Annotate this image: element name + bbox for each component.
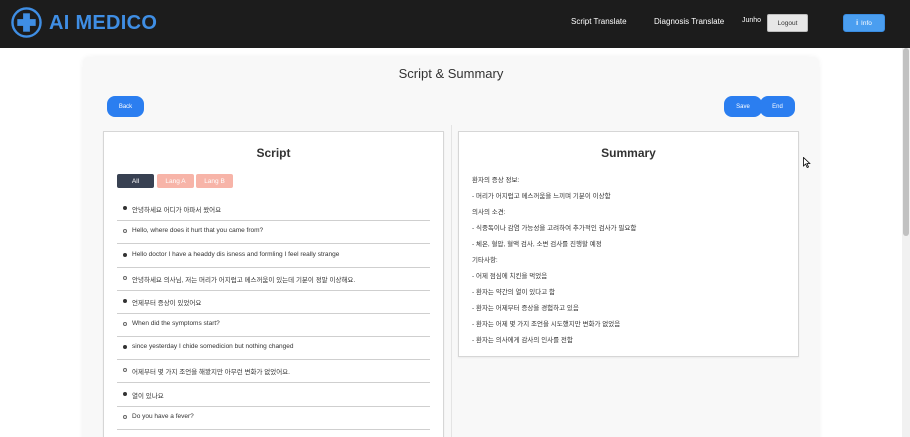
info-button-label: Info: [861, 19, 872, 27]
save-button[interactable]: Save: [724, 96, 762, 117]
summary-line: - 환자는 의사에게 감사의 인사를 전함: [472, 337, 573, 344]
script-title: Script: [256, 146, 291, 160]
script-row: When did the symptoms start?: [117, 314, 430, 337]
script-row: Do you have a fever?: [117, 407, 430, 430]
summary-line: - 어제 점심에 치킨을 먹었음: [472, 273, 548, 280]
lang-a-bullet-icon: [123, 206, 127, 210]
lang-a-bullet-icon: [123, 253, 127, 257]
info-icon: i: [856, 19, 859, 27]
filter-lang-b-button[interactable]: Lang B: [196, 174, 233, 188]
summary-line: - 환자는 약간의 열이 있다고 함: [472, 289, 555, 296]
script-row-text: 안녕하세요 의사님, 저는 머리가 어지럽고 메스꺼움이 있는데 기분이 정말 …: [132, 277, 356, 284]
brand-name[interactable]: AI MEDICO: [49, 12, 157, 35]
back-button[interactable]: Back: [107, 96, 144, 117]
summary-line: - 식중독이나 감염 가능성을 고려하여 추가적인 검사가 필요함: [472, 225, 637, 232]
lang-b-bullet-icon: [123, 368, 127, 372]
filter-lang-a-button[interactable]: Lang A: [157, 174, 194, 188]
summary-line: - 환자는 어제 몇 가지 조언을 시도했지만 변화가 없었음: [472, 321, 621, 328]
script-row-text: Hello, where does it hurt that you came …: [132, 227, 264, 234]
nav-diagnosis-translate[interactable]: Diagnosis Translate: [654, 17, 724, 26]
lang-a-bullet-icon: [123, 345, 127, 349]
logout-button[interactable]: Logout: [767, 14, 808, 32]
script-row-text: Do you have a fever?: [132, 413, 194, 420]
info-button[interactable]: i Info: [843, 14, 885, 32]
scrollbar-thumb[interactable]: [903, 48, 909, 236]
summary-heading: 기타사항:: [472, 257, 498, 264]
end-button[interactable]: End: [760, 96, 795, 117]
script-row-text: When did the symptoms start?: [132, 320, 220, 327]
summary-line: - 체온, 혈압, 혈액 검사, 소변 검사를 진행할 예정: [472, 241, 602, 248]
vertical-scrollbar[interactable]: [902, 48, 910, 437]
summary-title: Summary: [601, 146, 656, 160]
script-row-text: 안녕하세요 어디가 아파서 왔어요: [132, 207, 222, 214]
lang-a-bullet-icon: [123, 299, 127, 303]
script-row-text: 어제부터 몇 가지 조언을 해봤지만 아무런 변화가 없었어요.: [132, 369, 290, 376]
panel-divider: [451, 125, 452, 437]
lang-b-bullet-icon: [123, 276, 127, 280]
medical-cross-icon: [11, 7, 42, 38]
filter-all-button[interactable]: All: [117, 174, 154, 188]
lang-b-bullet-icon: [123, 415, 127, 419]
script-row-text: since yesterday I chide somedicion but n…: [132, 343, 294, 350]
script-row: 언제부터 증상이 있었어요: [117, 291, 430, 314]
script-row-text: 언제부터 증상이 있었어요: [132, 300, 202, 307]
lang-b-bullet-icon: [123, 322, 127, 326]
page-title: Script & Summary: [398, 66, 504, 81]
summary-heading: 의사의 소견:: [472, 209, 506, 216]
script-row-text: Hello doctor I have a headdy dis isness …: [132, 251, 340, 258]
summary-heading: 환자의 증상 정보:: [472, 177, 520, 184]
script-row: since yesterday I chide somedicion but n…: [117, 337, 430, 360]
script-row: 열이 있나요: [117, 384, 430, 407]
summary-line: - 머리가 어지럽고 메스꺼움을 느끼며 기분이 이상함: [472, 193, 611, 200]
mouse-cursor-icon: [803, 157, 811, 168]
lang-b-bullet-icon: [123, 229, 127, 233]
script-row: 안녕하세요 의사님, 저는 머리가 어지럽고 메스꺼움이 있는데 기분이 정말 …: [117, 268, 430, 291]
script-row-text: 열이 있나요: [132, 393, 164, 400]
top-navbar: AI MEDICO Script Translate Diagnosis Tra…: [0, 0, 910, 48]
username: Junho: [742, 17, 762, 24]
lang-a-bullet-icon: [123, 392, 127, 396]
script-row: 안녕하세요 어디가 아파서 왔어요: [117, 198, 430, 221]
script-row: Hello, where does it hurt that you came …: [117, 221, 430, 244]
nav-script-translate[interactable]: Script Translate: [571, 17, 627, 26]
script-row: 어제부터 몇 가지 조언을 해봤지만 아무런 변화가 없었어요.: [117, 360, 430, 383]
script-row: Hello doctor I have a headdy dis isness …: [117, 245, 430, 268]
summary-line: - 환자는 어제부터 증상을 경험하고 있음: [472, 305, 579, 312]
